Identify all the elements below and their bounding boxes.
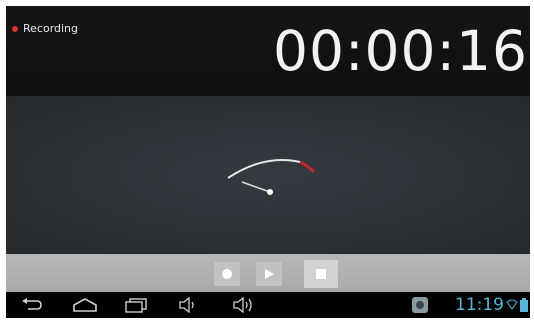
volume-up-icon bbox=[233, 297, 252, 313]
play-icon bbox=[265, 269, 274, 279]
app-notification[interactable] bbox=[411, 295, 429, 315]
record-icon bbox=[222, 269, 232, 279]
back-icon bbox=[22, 298, 42, 310]
status-clock: 11:19 bbox=[455, 295, 504, 315]
meter-pivot bbox=[267, 189, 273, 195]
meter-peak-arc bbox=[299, 160, 316, 174]
recording-dot-icon bbox=[12, 25, 18, 32]
recording-label: Recording bbox=[23, 22, 79, 35]
recording-indicator: Recording bbox=[12, 22, 78, 35]
stop-button[interactable] bbox=[304, 260, 338, 288]
level-meter bbox=[227, 159, 316, 195]
volume-up-button[interactable] bbox=[232, 295, 256, 315]
meter-arc bbox=[227, 159, 301, 179]
play-button[interactable] bbox=[256, 262, 282, 286]
volume-down-button[interactable] bbox=[178, 295, 198, 315]
home-icon bbox=[73, 298, 97, 312]
home-button[interactable] bbox=[72, 295, 98, 315]
wifi-status bbox=[506, 295, 518, 315]
stop-icon bbox=[316, 269, 326, 279]
app-notification-icon bbox=[412, 297, 428, 313]
playback-controls bbox=[6, 254, 530, 292]
meter-needle bbox=[241, 181, 271, 193]
level-meter-area bbox=[6, 96, 530, 254]
battery-status bbox=[520, 295, 528, 315]
back-button[interactable] bbox=[20, 295, 44, 315]
elapsed-timer: 00:00:16 bbox=[272, 19, 528, 83]
recorder-screen: Recording 00:00:16 11:19 bbox=[6, 6, 530, 318]
wifi-icon bbox=[506, 299, 518, 310]
battery-icon bbox=[520, 298, 528, 312]
system-navigation-bar: 11:19 bbox=[6, 292, 530, 318]
record-button[interactable] bbox=[214, 262, 240, 286]
recent-apps-button[interactable] bbox=[124, 295, 148, 315]
recent-apps-icon bbox=[125, 298, 147, 313]
recorder-header: Recording 00:00:16 bbox=[6, 6, 530, 96]
volume-down-icon bbox=[179, 297, 194, 313]
